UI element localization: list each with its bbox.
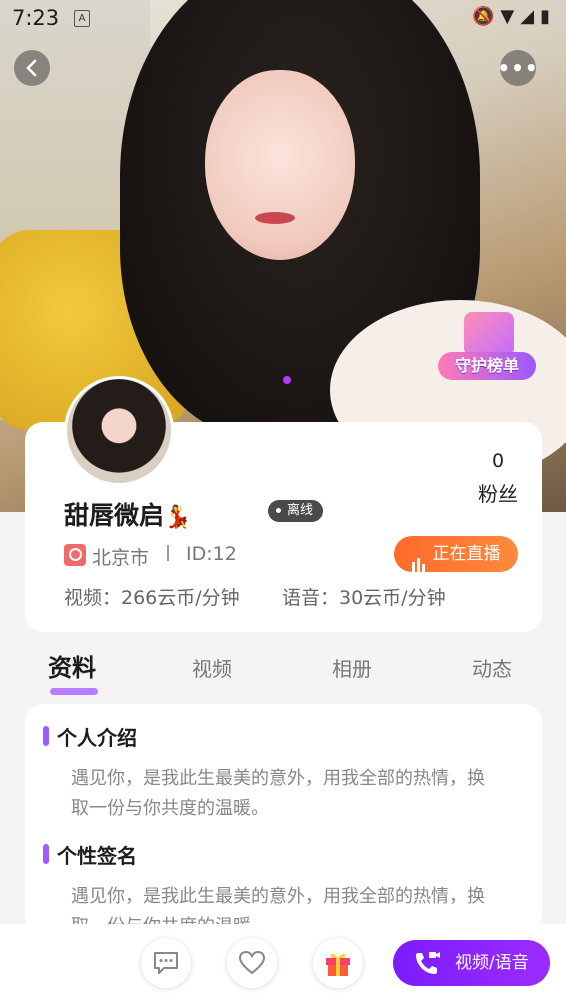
fans-count[interactable]: 0 (478, 450, 518, 472)
gift-box-icon (464, 312, 514, 356)
status-time: 7:23 (12, 6, 60, 30)
intro-text: 遇见你，是我此生最美的意外，用我全部的热情，换取一份与你共度的温暖。 (71, 768, 485, 819)
status-dot-icon (276, 508, 281, 513)
section-marker (43, 844, 49, 864)
photo-lips (255, 212, 295, 224)
guard-ranking-label: 守护榜单 (438, 352, 536, 380)
gift-button[interactable] (313, 938, 363, 988)
battery-icon: ▮ (540, 6, 556, 27)
mute-icon: 🔕 (471, 6, 501, 27)
live-now-label: 正在直播 (432, 544, 501, 564)
status-icons: 🔕▼◢▮ (472, 6, 556, 27)
tab-album[interactable]: 相册 (332, 653, 372, 682)
online-status-text: 离线 (287, 503, 314, 518)
section-title-text: 个性签名 (57, 844, 137, 868)
photo-face (205, 70, 355, 260)
section-title-intro: 个人介绍 (43, 722, 137, 751)
heart-icon (238, 950, 266, 975)
chat-bubble-icon (154, 952, 178, 974)
section-title-signature: 个性签名 (43, 840, 137, 869)
gift-icon (326, 953, 350, 976)
chevron-left-icon (26, 59, 37, 77)
video-call-icon (416, 952, 440, 974)
carousel-indicator-dot (283, 376, 291, 384)
voice-price: 语音：30云币/分钟 (282, 587, 446, 609)
online-status-badge: 离线 (268, 500, 324, 522)
section-marker (43, 726, 49, 746)
tab-profile-info[interactable]: 资料 (48, 648, 98, 695)
profile-info-card: 个人介绍 遇见你，是我此生最美的意外，用我全部的热情，换取一份与你共度的温暖。 … (25, 704, 542, 934)
tab-label: 资料 (48, 654, 96, 682)
location-icon (64, 544, 86, 566)
user-id-label: ID:12 (186, 543, 237, 565)
tab-videos[interactable]: 视频 (192, 653, 232, 682)
follow-button[interactable] (227, 938, 277, 988)
live-bars-icon (411, 536, 427, 572)
live-now-button[interactable]: 正在直播 (394, 536, 518, 572)
call-button-label: 视频/语音 (455, 953, 529, 973)
section-title-text: 个人介绍 (57, 726, 137, 750)
chat-button[interactable] (141, 938, 191, 988)
fans-label[interactable]: 粉丝 (468, 478, 528, 507)
city-label: 北京市 (92, 547, 150, 569)
tab-active-indicator (50, 688, 98, 695)
profile-name-text: 甜唇微启 (64, 501, 165, 530)
signal-icon: ◢ (520, 6, 541, 27)
profile-name: 甜唇微启💃 (64, 496, 191, 532)
video-price: 视频：266云币/分钟 (64, 587, 240, 609)
back-button[interactable] (14, 50, 50, 86)
divider (167, 545, 169, 561)
avatar[interactable] (64, 376, 174, 486)
bottom-action-bar: 视频/语音 (0, 924, 566, 1003)
guard-ranking-badge[interactable]: 守护榜单 (438, 312, 536, 388)
dancer-emoji-icon: 💃 (164, 505, 192, 530)
wifi-icon: ▼ (500, 6, 521, 27)
video-voice-call-button[interactable]: 视频/语音 (393, 940, 550, 986)
notification-a-icon: A (74, 10, 90, 27)
more-options-button[interactable]: ••• (497, 50, 539, 86)
more-dots-icon: ••• (497, 56, 539, 80)
tab-moments[interactable]: 动态 (472, 653, 512, 682)
status-bar: 7:23 A 🔕▼◢▮ (0, 0, 566, 36)
profile-tabs: 资料 视频 相册 动态 (0, 646, 566, 695)
